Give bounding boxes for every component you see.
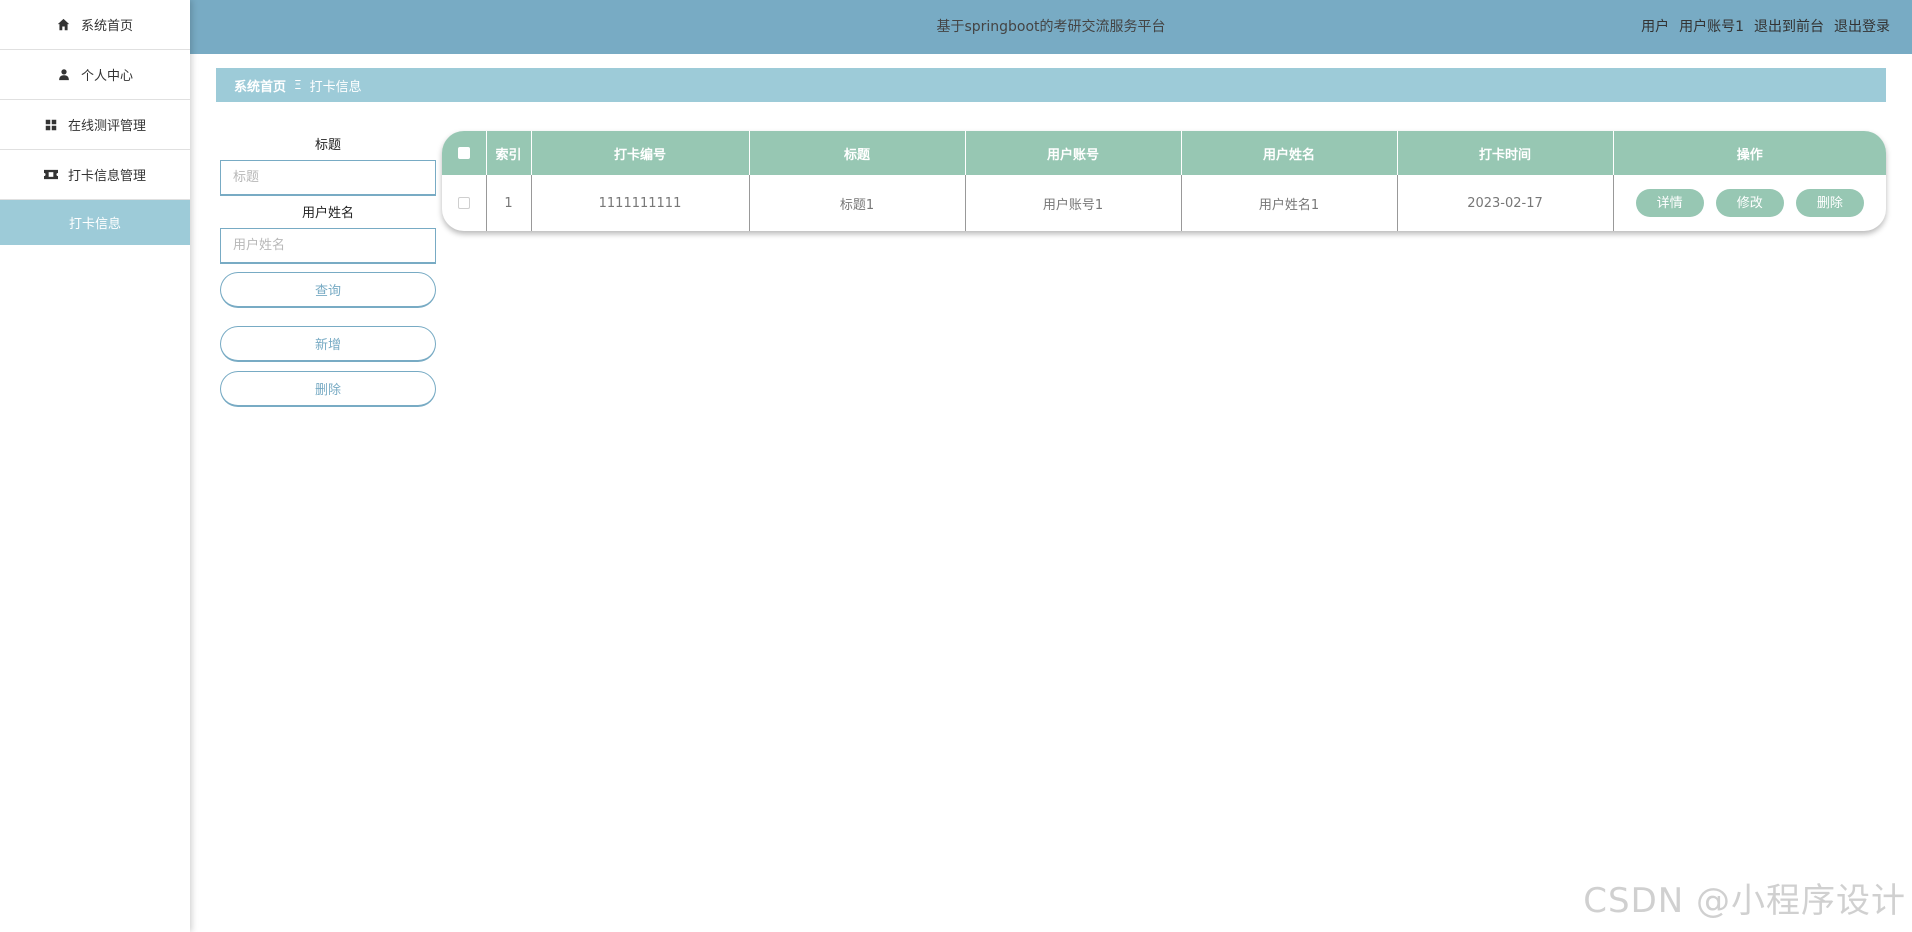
row-delete-button[interactable]: 删除	[1795, 189, 1864, 217]
column-header-code: 打卡编号	[531, 131, 750, 175]
column-header-time: 打卡时间	[1397, 131, 1614, 175]
column-header-index: 索引	[486, 131, 532, 175]
cell-title: 标题1	[749, 175, 966, 231]
user-icon	[57, 68, 71, 82]
cell-actions: 详情 修改 删除	[1613, 175, 1886, 231]
table-header-row: 索引 打卡编号 标题 用户账号 用户姓名 打卡时间 操作	[442, 131, 1886, 175]
edit-button[interactable]: 修改	[1715, 189, 1784, 217]
sidebar-item-label: 打卡信息	[68, 217, 121, 232]
select-all-cell	[442, 131, 487, 175]
cell-account: 用户账号1	[965, 175, 1182, 231]
sidebar: 系统首页 个人中心 在线测评管理 打卡信息管理 打卡信息	[0, 0, 190, 932]
exit-to-front-link[interactable]: 退出到前台	[1754, 0, 1824, 54]
sidebar-item-label: 个人中心	[80, 69, 133, 84]
home-icon	[57, 18, 71, 32]
user-account: 用户账号1	[1679, 19, 1744, 35]
sidebar-item-checkin-info[interactable]: 打卡信息	[0, 200, 190, 245]
add-button[interactable]: 新增	[220, 326, 436, 362]
column-header-title: 标题	[749, 131, 966, 175]
top-header: 基于springboot的考研交流服务平台 用户 用户账号1 退出到前台 退出登…	[190, 0, 1912, 54]
column-header-actions: 操作	[1736, 147, 1763, 163]
detail-button[interactable]: 详情	[1635, 189, 1704, 217]
checkin-table: 索引 打卡编号 标题 用户账号 用户姓名 打卡时间 操作 1 111111111…	[442, 131, 1886, 231]
sidebar-item-checkin-management[interactable]: 打卡信息管理	[0, 150, 190, 200]
cell-time: 2023-02-17	[1397, 175, 1614, 231]
title-search-input[interactable]	[220, 160, 436, 196]
cell-name: 用户姓名1	[1181, 175, 1398, 231]
watermark: CSDN @小程序设计	[1583, 881, 1906, 921]
row-checkbox[interactable]	[457, 197, 470, 209]
sidebar-item-personal-center[interactable]: 个人中心	[0, 50, 190, 100]
column-header-name: 用户姓名	[1181, 131, 1398, 175]
query-button[interactable]: 查询	[220, 272, 436, 308]
breadcrumb: 系统首页 Ξ 打卡信息	[216, 68, 1886, 102]
sidebar-item-label: 系统首页	[80, 19, 133, 34]
row-select-cell	[442, 175, 487, 231]
breadcrumb-current: 打卡信息	[309, 79, 362, 95]
name-field-label: 用户姓名	[301, 206, 354, 221]
grid-icon	[44, 118, 58, 132]
cell-code: 1111111111	[531, 175, 750, 231]
batch-delete-button[interactable]: 删除	[220, 371, 436, 407]
sidebar-item-label: 打卡信息管理	[67, 169, 146, 184]
ticket-icon	[43, 168, 58, 182]
search-panel: 标题 用户姓名 查询 新增 删除	[220, 136, 436, 407]
user-role: 用户	[1641, 19, 1670, 35]
sidebar-item-label: 在线测评管理	[67, 119, 146, 134]
select-all-checkbox[interactable]	[457, 147, 470, 159]
sidebar-item-home[interactable]: 系统首页	[0, 0, 190, 50]
header-user-area: 用户 用户账号1 退出到前台 退出登录	[1641, 0, 1890, 54]
title-field-label: 标题	[314, 138, 341, 153]
column-header-account: 用户账号	[965, 131, 1182, 175]
sidebar-item-online-evaluation[interactable]: 在线测评管理	[0, 100, 190, 150]
breadcrumb-home[interactable]: 系统首页	[234, 76, 286, 95]
name-search-input[interactable]	[220, 228, 436, 264]
table-row: 1 1111111111 标题1 用户账号1 用户姓名1 2023-02-17 …	[442, 175, 1886, 231]
cell-index: 1	[486, 175, 532, 231]
breadcrumb-separator: Ξ	[294, 78, 302, 92]
logout-link[interactable]: 退出登录	[1834, 0, 1890, 54]
